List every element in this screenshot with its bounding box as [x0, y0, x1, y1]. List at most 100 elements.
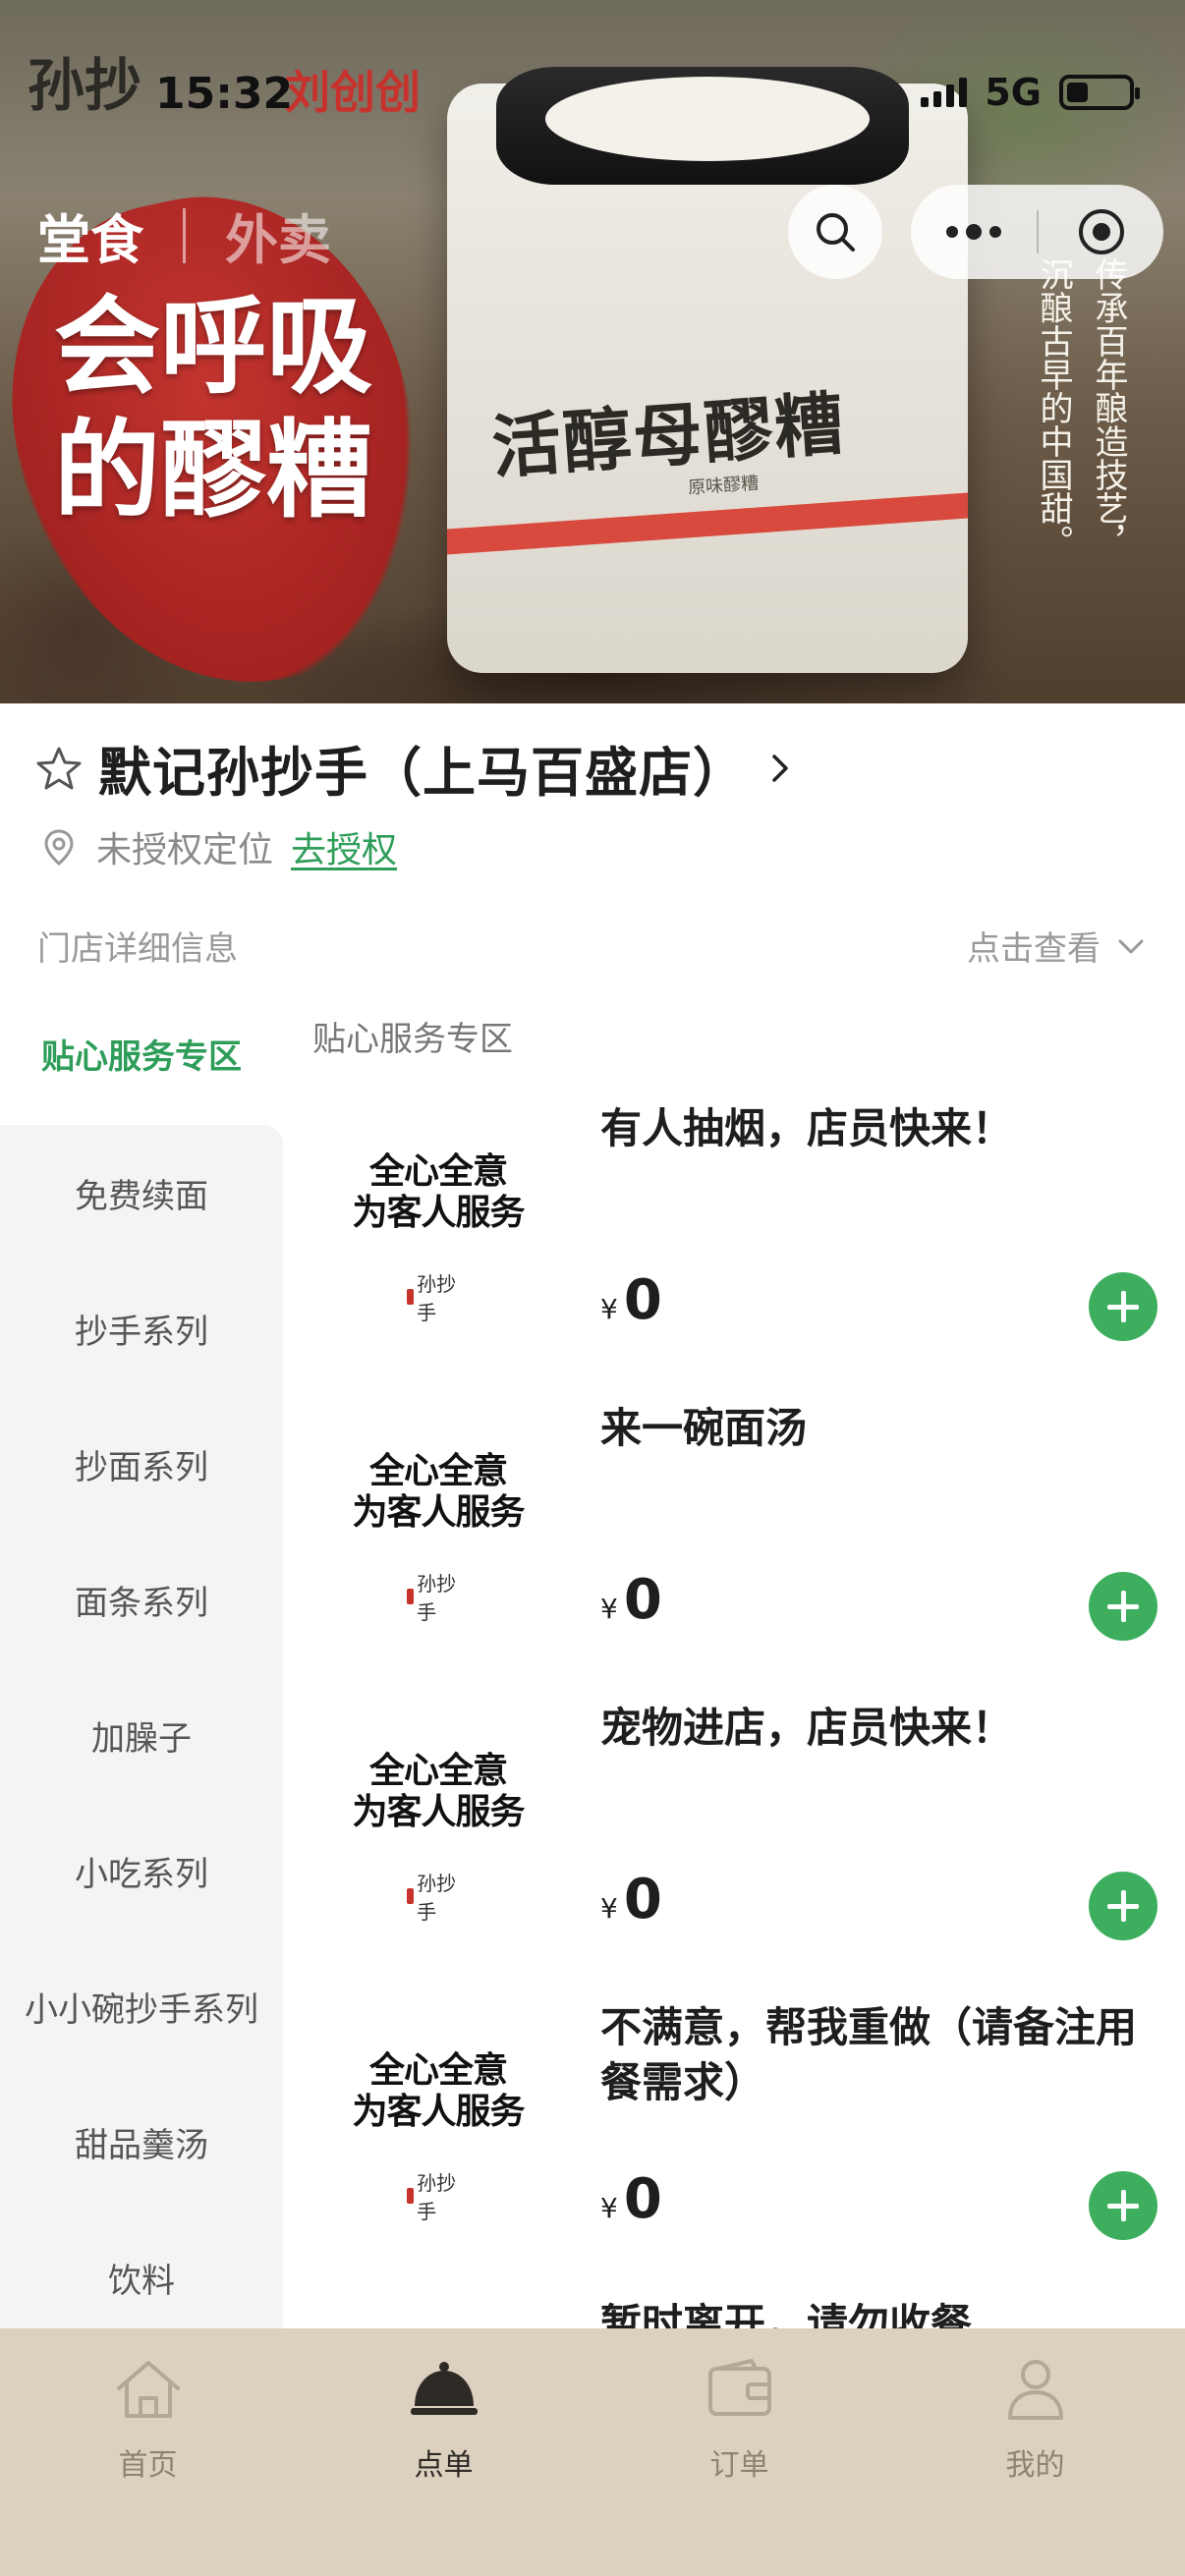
price-value: 0: [623, 1568, 662, 1632]
location-row: 未授权定位 去授权: [39, 821, 397, 872]
currency-symbol: ¥: [600, 1593, 618, 1625]
sidebar-item[interactable]: 加臊子: [0, 1667, 283, 1803]
item-price: ¥ 0: [600, 2167, 662, 2231]
sidebar-item[interactable]: 抄面系列: [0, 1396, 283, 1532]
sidebar-item[interactable]: 免费续面: [0, 1125, 283, 1260]
price-value: 0: [623, 1868, 662, 1932]
user-icon: [996, 2350, 1075, 2429]
banner-vertical-text-2: 沉酿古早的中国甜。: [1034, 257, 1073, 558]
chevron-right-icon[interactable]: [762, 751, 798, 786]
miniprogram-capsule: [911, 185, 1163, 279]
tab-profile[interactable]: 我的: [887, 2350, 1183, 2488]
image-slogan: 全心全意 为客人服务: [320, 1750, 556, 1832]
image-logo: 孙抄手: [407, 1272, 470, 1324]
image-logo: 孙抄手: [407, 1872, 470, 1924]
item-name: 来一碗面汤: [600, 1404, 808, 1452]
item-image[interactable]: 全心全意 为客人服务 孙抄手: [312, 1095, 563, 1346]
image-slogan-line-2: 为客人服务: [352, 1791, 525, 1832]
image-slogan-line-1: 全心全意: [368, 1150, 508, 1192]
menu-item[interactable]: 全心全意 为客人服务 孙抄手 宠物进店，店员快来！ ¥ 0: [312, 1695, 1167, 1980]
more-button[interactable]: [911, 224, 1037, 240]
product-subtitle: 原味醪糟: [687, 473, 760, 499]
status-time: 15:32: [155, 69, 294, 119]
close-miniprogram-button[interactable]: [1039, 206, 1163, 257]
item-name: 宠物进店，店员快来！: [600, 1704, 1014, 1752]
sidebar-item[interactable]: 面条系列: [0, 1532, 283, 1667]
tab-profile-label: 我的: [1005, 2448, 1065, 2483]
image-slogan-line-2: 为客人服务: [352, 1491, 525, 1533]
sidebar-item[interactable]: 甜品羹汤: [0, 2074, 283, 2210]
tab-dine-in[interactable]: 堂食: [37, 196, 143, 274]
add-to-cart-button[interactable]: [1089, 1572, 1157, 1641]
search-button[interactable]: [788, 185, 882, 279]
battery-icon: [1059, 75, 1140, 110]
tab-order-label: 点单: [414, 2448, 474, 2483]
brand-collab-logo: 刘创创: [285, 66, 421, 119]
chevron-down-icon: [1118, 939, 1144, 953]
tab-divider: [183, 207, 186, 263]
currency-symbol: ¥: [600, 1892, 618, 1925]
sidebar-item[interactable]: 抄手系列: [0, 1260, 283, 1396]
price-value: 0: [623, 2167, 662, 2231]
image-slogan: 全心全意 为客人服务: [320, 1150, 556, 1233]
image-logo: 孙抄手: [407, 2171, 470, 2223]
store-detail-row[interactable]: 门店详细信息 点击查看: [37, 922, 1148, 970]
currency-symbol: ¥: [600, 1293, 618, 1325]
tab-order[interactable]: 点单: [296, 2350, 592, 2488]
price-value: 0: [623, 1268, 662, 1332]
jar-lid-label: [545, 77, 870, 161]
add-to-cart-button[interactable]: [1089, 1872, 1157, 1940]
star-icon[interactable]: [35, 745, 83, 792]
menu-item[interactable]: 全心全意 为客人服务 孙抄手 有人抽烟，店员快来！ ¥ 0: [312, 1095, 1167, 1380]
slogan-line-2: 的醪糟: [54, 409, 373, 532]
category-sidebar: 贴心服务专区 免费续面 抄手系列 抄面系列 面条系列 加臊子 小吃系列 小小碗抄…: [0, 982, 283, 2328]
signal-icon: [921, 78, 968, 107]
item-image[interactable]: 全心全意 为客人服务 孙抄手: [312, 1395, 563, 1646]
item-image[interactable]: 全心全意 为客人服务 孙抄手: [312, 1695, 563, 1945]
image-slogan-line-1: 全心全意: [368, 1750, 508, 1791]
image-logo: 孙抄手: [407, 1572, 470, 1624]
bottom-tab-bar: 首页 点单 订单 我的: [0, 2328, 1185, 2576]
sidebar-item[interactable]: 小吃系列: [0, 1803, 283, 1938]
item-image[interactable]: 全心全意 为客人服务 孙抄手: [312, 1994, 563, 2245]
tab-orders-label: 订单: [709, 2448, 769, 2483]
store-header[interactable]: 默记孙抄手（上马百盛店）: [35, 729, 798, 807]
store-detail-label: 门店详细信息: [37, 929, 238, 969]
tab-orders[interactable]: 订单: [592, 2350, 887, 2488]
image-slogan-line-2: 为客人服务: [352, 1192, 525, 1233]
network-type: 5G: [985, 71, 1042, 114]
image-slogan-line-1: 全心全意: [368, 1450, 508, 1491]
item-price: ¥ 0: [600, 1268, 662, 1332]
banner-vertical-text-1: 传承百年酿造技艺，: [1089, 257, 1128, 558]
image-slogan-line-1: 全心全意: [368, 2049, 508, 2091]
sidebar-item[interactable]: 饮料: [0, 2210, 283, 2345]
add-to-cart-button[interactable]: [1089, 2171, 1157, 2240]
store-name[interactable]: 默记孙抄手（上马百盛店）: [98, 729, 747, 807]
view-detail-label: 点击查看: [967, 929, 1100, 969]
authorize-location-link[interactable]: 去授权: [291, 821, 397, 872]
item-name: 有人抽烟，店员快来！: [600, 1104, 1014, 1152]
cloche-icon: [405, 2350, 483, 2429]
currency-symbol: ¥: [600, 2192, 618, 2224]
image-slogan-line-2: 为客人服务: [352, 2091, 525, 2132]
menu-item[interactable]: 全心全意 为客人服务 孙抄手 来一碗面汤 ¥ 0: [312, 1395, 1167, 1680]
slogan-line-1: 会呼吸: [54, 285, 373, 409]
location-pin-icon: [44, 829, 74, 866]
search-icon: [817, 213, 855, 252]
home-icon: [109, 2350, 188, 2429]
menu-item[interactable]: 全心全意 为客人服务 孙抄手 不满意，帮我重做（请备注用餐需求） ¥ 0: [312, 1994, 1167, 2279]
item-price: ¥ 0: [600, 1568, 662, 1632]
tab-home[interactable]: 首页: [0, 2350, 296, 2488]
sidebar-item-active[interactable]: 贴心服务专区: [0, 982, 283, 1125]
wallet-icon: [701, 2350, 779, 2429]
tab-home-label: 首页: [118, 2448, 178, 2483]
sidebar-list: 免费续面 抄手系列 抄面系列 面条系列 加臊子 小吃系列 小小碗抄手系列 甜品羹…: [0, 1125, 283, 2328]
image-slogan: 全心全意 为客人服务: [320, 1450, 556, 1533]
section-title: 贴心服务专区: [312, 1020, 513, 1059]
tab-takeout[interactable]: 外卖: [225, 196, 331, 274]
order-mode-tabs: 堂食 外卖: [37, 196, 331, 274]
view-detail-button[interactable]: 点击查看: [967, 922, 1148, 970]
item-name: 不满意，帮我重做（请备注用餐需求）: [600, 2003, 1138, 2106]
sidebar-item[interactable]: 小小碗抄手系列: [0, 1938, 283, 2074]
add-to-cart-button[interactable]: [1089, 1272, 1157, 1341]
